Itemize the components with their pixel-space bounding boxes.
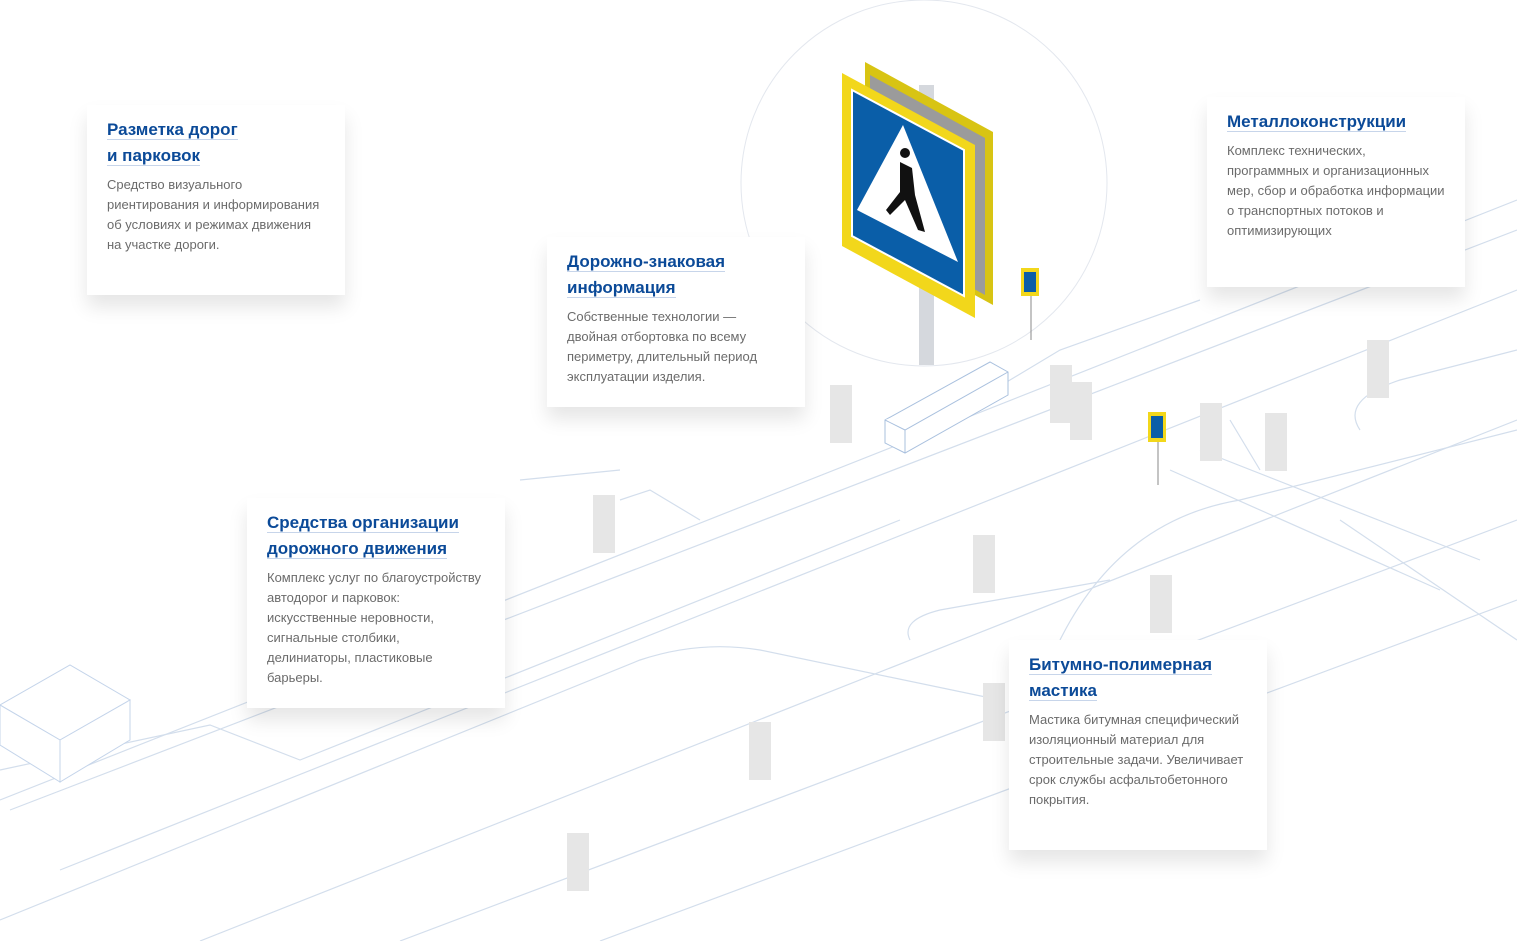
card-road-marking: Разметка дорог и парковок Средство визуал…: [87, 105, 345, 295]
card-bitumen-mastic: Битумно-полимерная мастика Мастика битумн…: [1009, 640, 1267, 850]
card-road-signs: Дорожно-знаковая информация Собственные т…: [547, 237, 805, 407]
card-description: Комплекс технических, программных и орга…: [1227, 143, 1445, 238]
card-title[interactable]: Средства организации дорожного движения: [267, 510, 485, 562]
card-title[interactable]: Битумно-полимерная мастика: [1029, 652, 1247, 704]
card-traffic-organization: Средства организации дорожного движения К…: [247, 498, 505, 708]
box-building: [0, 664, 131, 783]
card-title[interactable]: Разметка дорог и парковок: [107, 117, 325, 169]
card-description: Мастика битумная специфический изоляцион…: [1029, 712, 1244, 807]
card-title[interactable]: Дорожно-знаковая информация: [567, 249, 785, 301]
bus: [884, 361, 1009, 454]
card-metal-structures: Металлоконструкции Комплекс технических,…: [1207, 97, 1465, 287]
card-description: Собственные технологии — двойная отборто…: [567, 309, 758, 384]
card-description: Комплекс услуг по благоустройству автодо…: [267, 570, 482, 685]
card-description: Средство визуального риентирования и инф…: [107, 177, 320, 252]
card-title[interactable]: Металлоконструкции: [1227, 109, 1445, 135]
